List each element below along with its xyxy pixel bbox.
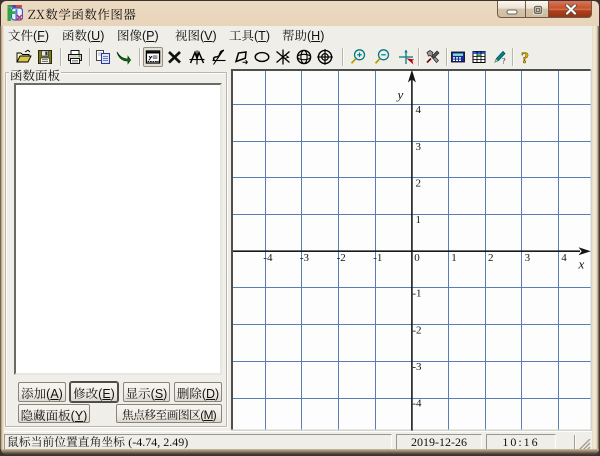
svg-text:x: x (578, 257, 585, 272)
svg-text:0: 0 (414, 252, 420, 264)
svg-text:1: 1 (416, 214, 422, 226)
svg-text:-2: -2 (412, 324, 421, 336)
svg-text:4: 4 (416, 104, 422, 116)
svg-text:2: 2 (488, 252, 494, 264)
svg-text:2: 2 (416, 178, 422, 190)
svg-text:-3: -3 (412, 361, 422, 373)
svg-text:3: 3 (525, 252, 531, 264)
svg-text:-1: -1 (412, 288, 421, 300)
svg-text:-3: -3 (300, 252, 310, 264)
svg-text:-4: -4 (412, 398, 422, 410)
svg-text:-2: -2 (337, 252, 346, 264)
svg-text:3: 3 (416, 141, 422, 153)
svg-text:4: 4 (561, 252, 567, 264)
svg-text:-4: -4 (263, 252, 273, 264)
svg-text:-1: -1 (373, 252, 382, 264)
svg-text:y: y (396, 87, 404, 102)
svg-text:1: 1 (451, 252, 457, 264)
